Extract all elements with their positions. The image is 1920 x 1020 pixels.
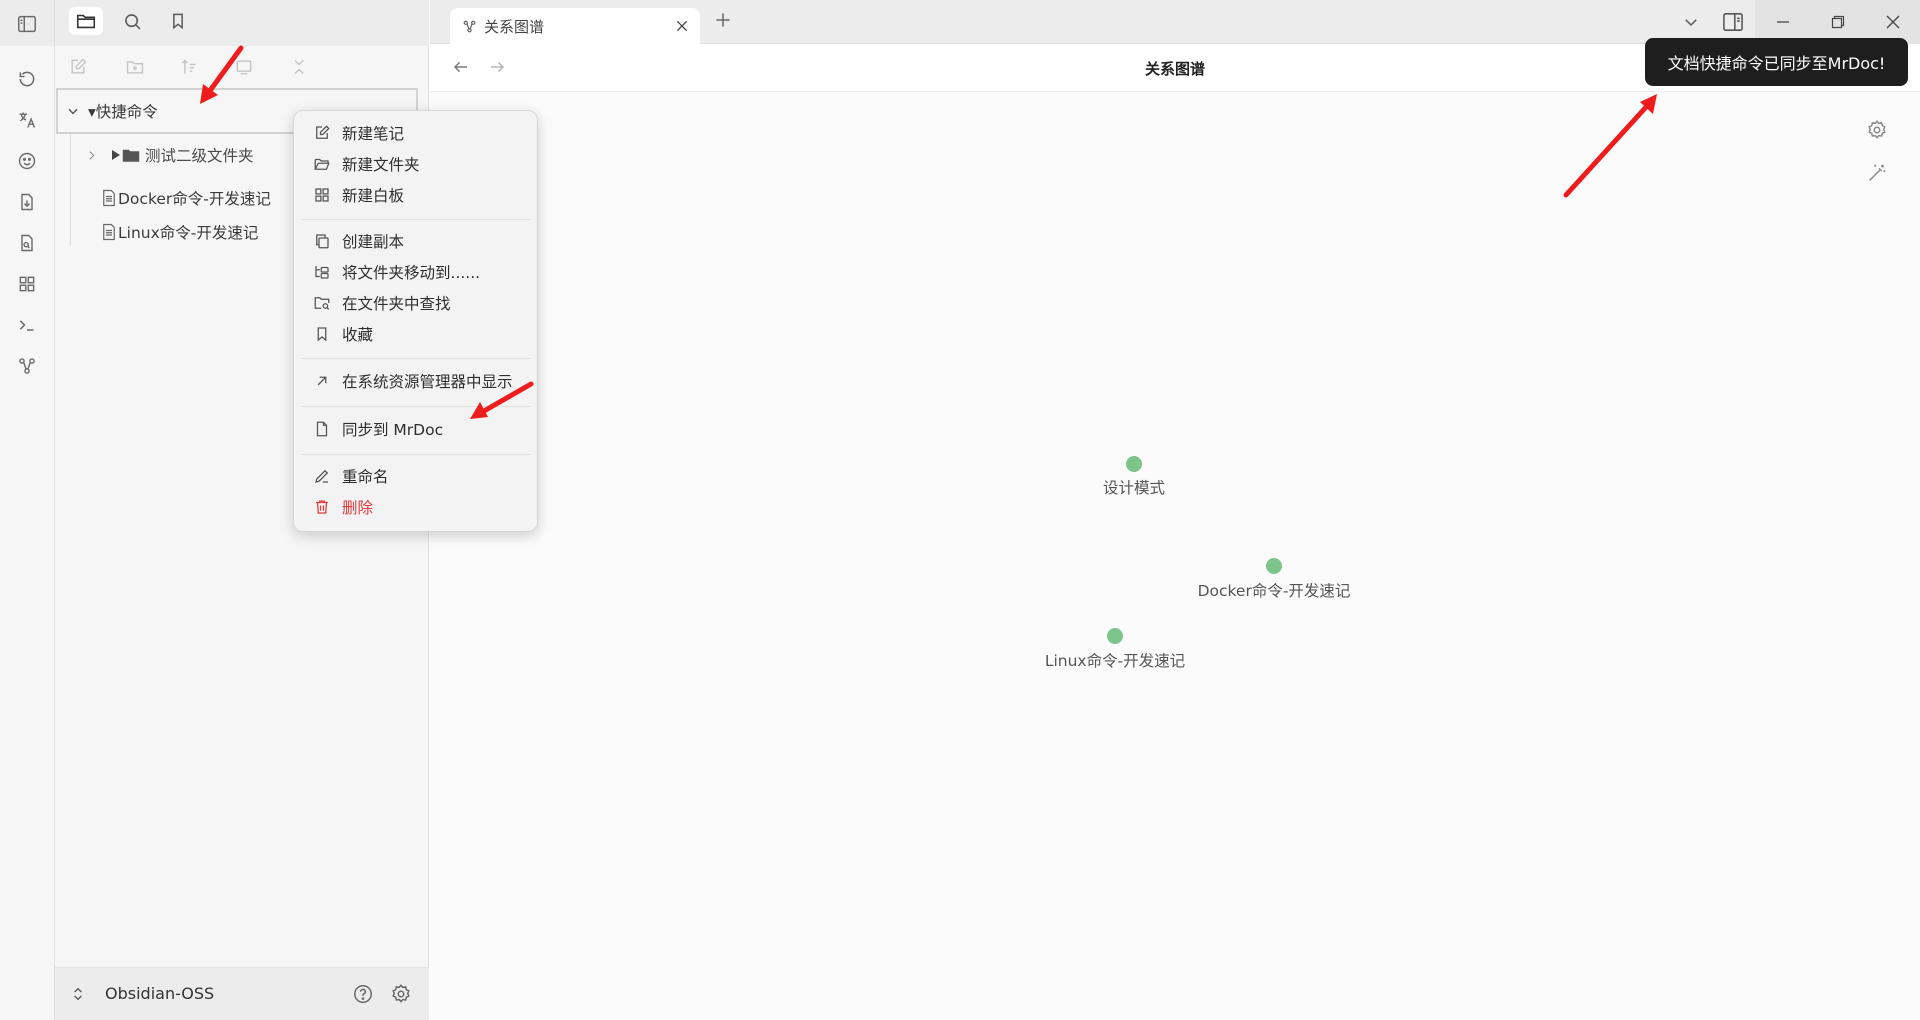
translate-icon[interactable]	[13, 106, 41, 134]
file-label: Docker命令-开发速记	[118, 190, 271, 208]
sidebar-tab-bar	[55, 0, 429, 46]
folder-row-subfolder[interactable]: 测试二级文件夹	[85, 140, 254, 170]
file-search-icon[interactable]	[13, 229, 41, 257]
edit-icon	[312, 123, 332, 143]
menu-item-new-note[interactable]: 新建笔记	[302, 119, 530, 147]
menu-item-bookmark[interactable]: 收藏	[302, 320, 530, 348]
tab-list-chevron-icon[interactable]	[1682, 13, 1700, 31]
auto-reveal-icon[interactable]	[231, 54, 257, 80]
menu-separator	[302, 454, 530, 455]
file-label: Linux命令-开发速记	[118, 224, 259, 242]
file-download-icon[interactable]	[13, 188, 41, 216]
layout-grid-icon	[312, 185, 332, 205]
trash-icon	[312, 497, 332, 517]
bookmark-icon	[168, 11, 188, 31]
close-icon[interactable]	[674, 18, 690, 34]
copy-icon	[312, 231, 332, 251]
graph-node-label: Docker命令-开发速记	[1197, 582, 1351, 600]
file-text-icon	[101, 223, 117, 241]
menu-item-search-in-folder[interactable]: 在文件夹中查找	[302, 289, 530, 317]
arrow-up-right-icon	[312, 371, 332, 391]
file-text-icon	[101, 189, 117, 207]
folder-label: 测试二级文件夹	[145, 147, 254, 165]
tab-bookmarks[interactable]	[161, 7, 195, 35]
graph-settings-icon[interactable]	[1866, 119, 1888, 141]
vault-name[interactable]: Obsidian-OSS	[105, 984, 214, 1003]
right-sidebar-toggle-icon[interactable]	[1722, 12, 1744, 32]
sidebar-toggle-icon[interactable]	[13, 10, 41, 38]
folder-search-icon	[312, 293, 332, 313]
layout-grid-icon[interactable]	[13, 270, 41, 298]
folder-open-icon	[312, 154, 332, 174]
tab-file-explorer[interactable]	[69, 7, 103, 35]
notice-toast[interactable]: 文档快捷命令已同步至MrDoc!	[1645, 38, 1908, 86]
help-icon[interactable]	[352, 983, 374, 1005]
folder-label: ▾快捷命令	[88, 103, 158, 121]
file-row[interactable]: Linux命令-开发速记	[101, 217, 258, 247]
new-tab-icon[interactable]	[713, 10, 733, 30]
magic-wand-icon[interactable]	[1866, 162, 1888, 184]
new-note-icon[interactable]	[65, 54, 91, 80]
graph-node[interactable]	[1126, 456, 1142, 472]
file-icon	[312, 419, 332, 439]
menu-item-reveal-in-explorer[interactable]: 在系统资源管理器中显示	[302, 367, 530, 395]
file-row[interactable]: Docker命令-开发速记	[101, 183, 271, 213]
notice-text: 文档快捷命令已同步至MrDoc!	[1667, 54, 1886, 73]
vault-switcher-bar: Obsidian-OSS	[55, 967, 429, 1020]
graph-node-label: 设计模式	[1102, 479, 1166, 497]
undo-icon[interactable]	[13, 65, 41, 93]
ribbon-header	[0, 0, 54, 46]
menu-separator	[302, 219, 530, 220]
sort-icon[interactable]	[176, 54, 202, 80]
folder-icon	[75, 10, 97, 32]
menu-item-new-folder[interactable]: 新建文件夹	[302, 150, 530, 178]
tab-search[interactable]	[115, 7, 149, 35]
menu-item-move-folder[interactable]: 将文件夹移动到......	[302, 258, 530, 286]
tab-label: 关系图谱	[484, 17, 545, 36]
pencil-icon	[312, 466, 332, 486]
graph-node[interactable]	[1107, 628, 1123, 644]
graph-canvas[interactable]: 设计模式 Docker命令-开发速记 Linux命令-开发速记	[430, 92, 1920, 1020]
settings-icon[interactable]	[390, 983, 412, 1005]
graph-icon	[462, 19, 477, 34]
collapse-all-icon[interactable]	[286, 54, 312, 80]
chevron-right-icon	[85, 149, 98, 162]
graph-node-label: Linux命令-开发速记	[1044, 652, 1186, 670]
ribbon	[0, 0, 55, 1020]
menu-item-sync-mrdoc[interactable]: 同步到 MrDoc	[302, 415, 530, 443]
tab-graph-view[interactable]: 关系图谱	[450, 8, 700, 44]
triangle-right-icon	[112, 150, 120, 160]
folder-filled-icon	[122, 147, 140, 163]
menu-item-new-canvas[interactable]: 新建白板	[302, 181, 530, 209]
graph-icon[interactable]	[13, 352, 41, 380]
menu-item-duplicate[interactable]: 创建副本	[302, 227, 530, 255]
menu-item-delete[interactable]: 删除	[302, 493, 530, 521]
chevron-up-down-icon[interactable]	[70, 985, 86, 1003]
terminal-icon[interactable]	[13, 311, 41, 339]
explorer-toolbar	[55, 46, 429, 86]
chevron-down-icon	[66, 104, 80, 118]
folder-context-menu: 新建笔记 新建文件夹 新建白板 创建副本 将文件夹移动到...... 在文件夹中…	[293, 110, 538, 532]
folder-tree-icon	[312, 262, 332, 282]
menu-separator	[302, 406, 530, 407]
menu-item-rename[interactable]: 重命名	[302, 462, 530, 490]
smiley-icon[interactable]	[13, 147, 41, 175]
graph-node[interactable]	[1266, 558, 1282, 574]
bookmark-icon	[312, 324, 332, 344]
search-icon	[122, 11, 143, 32]
tree-indent-guide	[70, 134, 71, 246]
menu-separator	[302, 358, 530, 359]
new-folder-icon[interactable]	[122, 54, 148, 80]
